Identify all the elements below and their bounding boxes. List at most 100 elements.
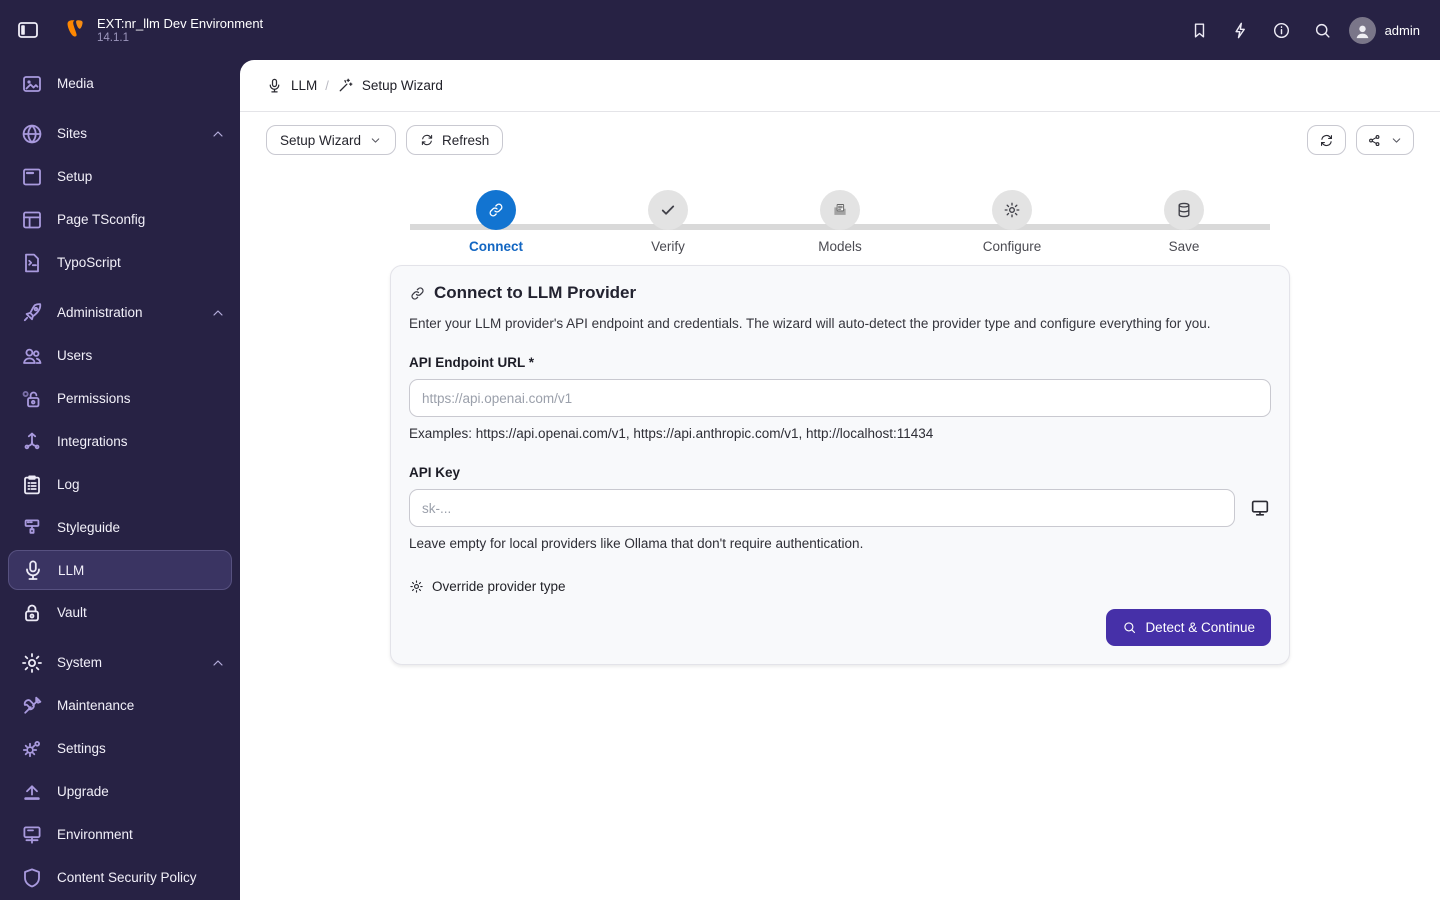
sidebar-item-maintenance[interactable]: Maintenance [0, 684, 240, 727]
refresh-label: Refresh [442, 132, 490, 148]
sidebar-item-system[interactable]: System [0, 641, 240, 684]
typo3-logo-icon[interactable] [62, 17, 88, 43]
database-icon [1175, 201, 1193, 219]
share-icon [1367, 133, 1382, 148]
sidebar-item-label: Content Security Policy [57, 870, 197, 885]
endpoint-label: API Endpoint URL * [409, 355, 534, 370]
reload-icon [1319, 133, 1334, 148]
sidebar-item-label: Environment [57, 827, 133, 842]
rocket-icon [20, 301, 44, 325]
share-dropdown-button[interactable] [1356, 125, 1414, 155]
integrations-icon [20, 430, 44, 454]
sidebar-item-label: Setup [57, 169, 93, 184]
topbar-left: EXT:nr_llm Dev Environment 14.1.1 [0, 16, 263, 45]
api-key-label: API Key [409, 465, 461, 480]
vault-icon [20, 601, 44, 625]
search-button[interactable] [1302, 10, 1343, 50]
breadcrumb-item-llm[interactable]: LLM [266, 77, 317, 94]
settings-icon [20, 737, 44, 761]
user-menu[interactable]: admin [1348, 16, 1420, 44]
sidebar-item-environment[interactable]: Environment [0, 813, 240, 856]
wizard-step-save[interactable]: Save [1098, 190, 1270, 254]
step-label: Configure [982, 239, 1042, 254]
bookmark-button[interactable] [1179, 10, 1220, 50]
step-circle [992, 190, 1032, 230]
module-body: Connect Verify Models Configure Save Connect… [240, 168, 1440, 665]
sidebar-item-typoscript[interactable]: TypoScript [0, 241, 240, 284]
wizard-step-connect[interactable]: Connect [410, 190, 582, 254]
module-sidebar: Media Sites Setup Page TSconfig TypoScript Ad… [0, 60, 240, 900]
detect-continue-label: Detect & Continue [1145, 620, 1255, 635]
sidebar-item-label: Upgrade [57, 784, 109, 799]
mic-icon [21, 558, 45, 582]
sidebar-item-label: System [57, 655, 103, 670]
detect-continue-button[interactable]: Detect & Continue [1106, 609, 1271, 646]
step-circle [648, 190, 688, 230]
pagets-icon [20, 208, 44, 232]
sidebar-item-integrations[interactable]: Integrations [0, 420, 240, 463]
sidebar-item-label: TypoScript [57, 255, 121, 270]
wand-icon [337, 77, 354, 94]
sidebar-item-log[interactable]: Log [0, 463, 240, 506]
reload-button[interactable] [1307, 125, 1346, 155]
sidebar-item-administration[interactable]: Administration [0, 291, 240, 334]
api-key-input[interactable] [409, 489, 1235, 527]
topbar: EXT:nr_llm Dev Environment 14.1.1 admin [0, 0, 1440, 60]
info-icon [1272, 21, 1291, 40]
sidebar-item-settings[interactable]: Settings [0, 727, 240, 770]
sidebar-item-label: Users [57, 348, 93, 363]
log-icon [20, 473, 44, 497]
media-icon [20, 72, 44, 96]
sidebar-item-styleguide[interactable]: Styleguide [0, 506, 240, 549]
endpoint-input[interactable] [409, 379, 1271, 417]
chevron-down-icon [1390, 134, 1403, 147]
zap-button[interactable] [1220, 10, 1261, 50]
sidebar-item-label: Page TSconfig [57, 212, 146, 227]
reveal-key-icon[interactable] [1249, 497, 1271, 519]
sidebar-item-permissions[interactable]: Permissions [0, 377, 240, 420]
info-button[interactable] [1261, 10, 1302, 50]
sidebar-item-llm[interactable]: LLM [8, 550, 232, 590]
site-title: EXT:nr_llm Dev Environment [97, 15, 264, 31]
gear-icon [20, 651, 44, 675]
docheader-toolbar: Setup Wizard Refresh [240, 112, 1440, 168]
breadcrumb-label: LLM [291, 78, 318, 93]
sidebar-item-upgrade[interactable]: Upgrade [0, 770, 240, 813]
content-wrap: LLM / Setup Wizard Setup Wizard Refresh Co… [240, 60, 1440, 900]
refresh-icon [420, 133, 434, 147]
mic-icon [266, 77, 283, 94]
module-select-dropdown[interactable]: Setup Wizard [266, 125, 397, 155]
globe-icon [20, 122, 44, 146]
card-description: Enter your LLM provider's API endpoint a… [409, 316, 1211, 331]
refresh-button[interactable]: Refresh [406, 125, 504, 155]
api-key-row [409, 489, 1271, 527]
sidebar-item-media[interactable]: Media [0, 62, 240, 105]
sidebar-item-label: Log [57, 477, 80, 492]
wizard-step-configure[interactable]: Configure [926, 190, 1098, 254]
card-title: Connect to LLM Provider [434, 283, 637, 302]
chevron-up-icon[interactable] [210, 305, 226, 321]
sidebar-item-label: Permissions [57, 391, 131, 406]
bookmark-icon [1190, 21, 1209, 40]
sidebar-item-setup[interactable]: Setup [0, 155, 240, 198]
wizard-step-verify[interactable]: Verify [582, 190, 754, 254]
sidebar-item-vault[interactable]: Vault [0, 591, 240, 634]
sidebar-item-label: LLM [58, 562, 85, 578]
site-title-block: EXT:nr_llm Dev Environment 14.1.1 [97, 16, 263, 45]
sidebar-item-content-security-policy[interactable]: Content Security Policy [0, 856, 240, 899]
sidebar-item-page-tsconfig[interactable]: Page TSconfig [0, 198, 240, 241]
sidebar-item-users[interactable]: Users [0, 334, 240, 377]
breadcrumb-label: Setup Wizard [361, 78, 443, 93]
step-label: Verify [651, 239, 685, 254]
chevron-up-icon[interactable] [210, 126, 226, 142]
wizard-step-models[interactable]: Models [754, 190, 926, 254]
override-provider-toggle[interactable]: Override provider type [409, 579, 1271, 594]
breadcrumb-item-setup-wizard[interactable]: Setup Wizard [337, 77, 443, 94]
sidebar-item-sites[interactable]: Sites [0, 112, 240, 155]
connect-card: Connect to LLM Provider Enter your LLM p… [390, 265, 1290, 665]
chevron-up-icon[interactable] [210, 655, 226, 671]
endpoint-help: Examples: https://api.openai.com/v1, htt… [409, 426, 934, 441]
site-version: 14.1.1 [97, 31, 129, 44]
avatar [1348, 16, 1376, 44]
sidebar-toggle-icon[interactable] [16, 18, 40, 42]
